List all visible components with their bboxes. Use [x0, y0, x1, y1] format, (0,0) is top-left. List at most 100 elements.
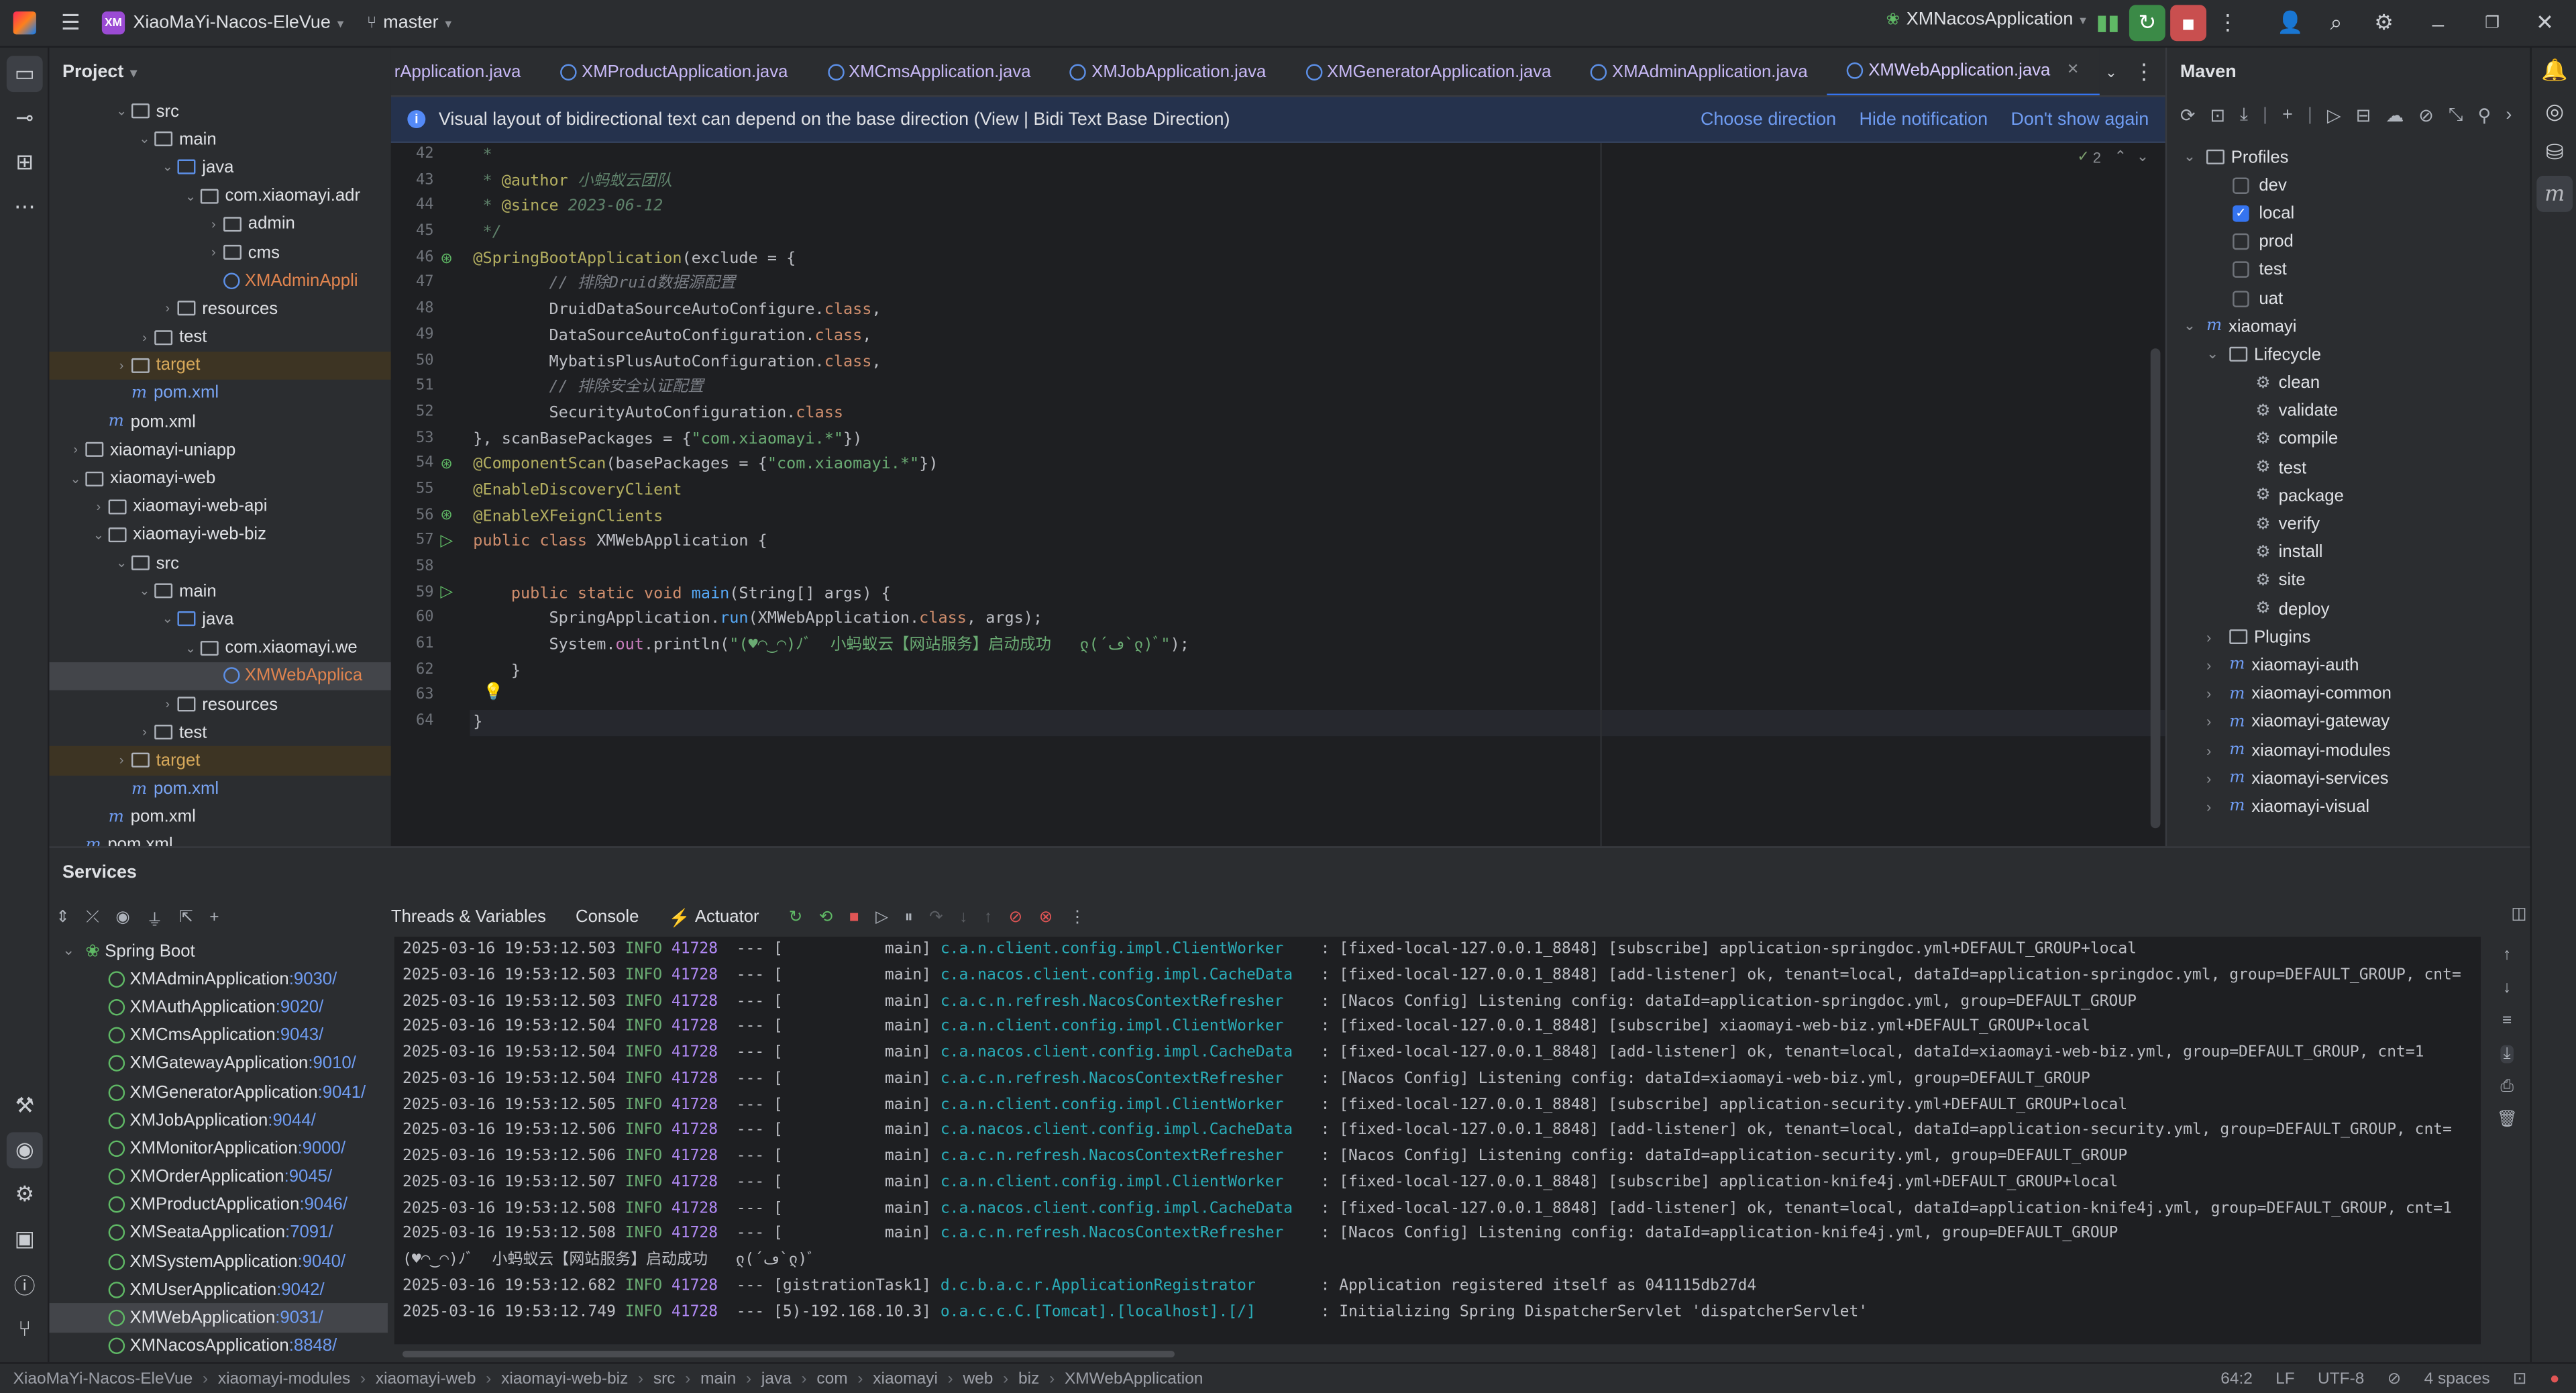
inspection-widget[interactable]: ✓ 2 ⌃ ⌄ — [2077, 148, 2149, 166]
service-item[interactable]: XMCmsApplication:9043/ — [49, 1021, 387, 1049]
checkbox[interactable]: ✓ — [2233, 205, 2249, 222]
file-encoding[interactable]: UTF-8 — [2318, 1370, 2364, 1388]
run-config-selector[interactable]: ❀ XMNacosApplication ▾ — [1886, 10, 2086, 30]
tree-item[interactable]: ⌄ java — [49, 154, 390, 182]
restart-icon[interactable]: ⟲ — [819, 908, 833, 926]
code-editor[interactable]: 42 43 44 45 46 47 48 49 50 51 52 53 54 55 56 57 58 59 60 61… — [390, 143, 2165, 847]
chevron-right-icon[interactable]: › — [2206, 658, 2229, 674]
breadcrumb-item[interactable]: biz — [1018, 1370, 1039, 1388]
tab-xmjobapplication-java[interactable]: XMJobApplication.java — [1051, 48, 1286, 95]
breadcrumb-item[interactable]: main — [700, 1370, 736, 1388]
tree-item[interactable]: › test — [49, 323, 390, 351]
run-gutter-icon[interactable]: ▷ — [440, 532, 453, 550]
readonly-icon[interactable]: ⊘ — [2387, 1370, 2402, 1388]
service-item[interactable]: XMProductApplication:9046/ — [49, 1191, 387, 1219]
tree-item[interactable]: ⌄ com.xiaomayi.adr — [49, 182, 390, 210]
spring-bean-icon[interactable]: ⊛ — [440, 455, 452, 473]
service-port[interactable]: :9030/ — [289, 969, 337, 988]
service-item[interactable]: XMSeataApplication:7091/ — [49, 1219, 387, 1247]
chevron-down-icon[interactable]: ⌄ — [112, 104, 131, 119]
service-port[interactable]: :9045/ — [284, 1167, 333, 1186]
tree-item[interactable]: ⌄ src — [49, 549, 390, 577]
maven-item-clean[interactable]: ⚙ clean — [2167, 369, 2530, 397]
chevron-down-icon[interactable]: ⌄ — [2137, 148, 2149, 166]
chevron-down-icon[interactable]: ⌄ — [2093, 54, 2129, 91]
chevron-right-icon[interactable]: › — [2206, 742, 2229, 758]
commit-icon[interactable]: ⊸ — [7, 100, 43, 136]
chevron-down-icon[interactable]: ⌄ — [2184, 148, 2206, 166]
rerun-icon[interactable]: ↻ — [789, 908, 803, 926]
tree-item[interactable]: ⌄ main — [49, 577, 390, 605]
gear-icon[interactable]: ⚙ — [2366, 5, 2402, 41]
soft-wrap-icon[interactable]: ≡ — [2502, 1013, 2512, 1031]
tree-item[interactable]: ⌄ xiaomayi-web — [49, 464, 390, 493]
maven-item-lifecycle[interactable]: ⌄ Lifecycle — [2167, 341, 2530, 369]
rerun-icon[interactable]: ↻ — [2129, 5, 2165, 42]
breakpoints-icon[interactable]: ⊘ — [1009, 908, 1023, 926]
indent-setting[interactable]: 4 spaces — [2424, 1370, 2490, 1388]
collapse-icon[interactable]: ⤡ — [2449, 105, 2463, 126]
service-port[interactable]: :7091/ — [285, 1223, 333, 1243]
chevron-up-icon[interactable]: ⌃ — [2114, 148, 2127, 166]
maven-item-profiles[interactable]: ⌄ Profiles — [2167, 143, 2530, 171]
chevron-right-icon[interactable]: › — [135, 329, 154, 344]
more-icon[interactable]: ⋮ — [2126, 54, 2162, 91]
maven-icon[interactable]: m — [2536, 176, 2573, 212]
tree-item[interactable]: › admin — [49, 210, 390, 238]
tree-item[interactable]: › test — [49, 719, 390, 747]
tree-item[interactable]: m pom.xml — [49, 803, 390, 831]
collapse-icon[interactable]: ⤫ — [86, 908, 99, 926]
chevron-right-icon[interactable]: › — [158, 696, 177, 711]
download-icon[interactable]: ⤓ — [2240, 105, 2248, 126]
tree-item[interactable]: XMWebApplica — [49, 662, 391, 690]
maven-item-xiaomayi-auth[interactable]: › m xiaomayi-auth — [2167, 652, 2530, 680]
maven-item-verify[interactable]: ⚙ verify — [2167, 510, 2530, 538]
tree-item[interactable]: ⌄ com.xiaomayi.we — [49, 633, 390, 662]
tree-item[interactable]: › xiaomayi-uniapp — [49, 436, 390, 464]
chevron-right-icon[interactable]: › — [66, 443, 85, 458]
chevron-down-icon[interactable]: ⌄ — [66, 471, 85, 486]
console-output[interactable]: 2025-03-16 19:53:12.503 INFO 41728 --- [… — [394, 936, 2481, 1345]
structure-icon[interactable]: ⊞ — [7, 145, 43, 181]
tree-item[interactable]: › cms — [49, 238, 390, 266]
stop-icon[interactable]: ■ — [2170, 5, 2207, 42]
ai-assistant-icon[interactable]: ◎ — [2536, 94, 2573, 130]
service-item[interactable]: XMUserApplication:9042/ — [49, 1276, 387, 1304]
service-port[interactable]: :9043/ — [276, 1026, 324, 1045]
tree-item[interactable]: › resources — [49, 295, 390, 323]
chevron-right-icon[interactable]: › — [2506, 105, 2512, 125]
chevron-right-icon[interactable]: › — [204, 217, 223, 231]
mute-breakpoints-icon[interactable]: ⊗ — [1039, 908, 1053, 926]
tab-xmgeneratorapplication-java[interactable]: XMGeneratorApplication.java — [1286, 48, 1571, 95]
service-item[interactable]: XMNacosApplication:8848/ — [49, 1332, 387, 1360]
service-port[interactable]: :9031/ — [275, 1308, 323, 1327]
maven-item-xiaomayi-modules[interactable]: › m xiaomayi-modules — [2167, 736, 2530, 764]
chevron-down-icon[interactable]: ⌄ — [180, 189, 200, 203]
resume-icon[interactable]: ▷ — [875, 908, 888, 926]
dont-show-again-link[interactable]: Don't show again — [2010, 109, 2149, 129]
tab-xmcmsapplication-java[interactable]: XMCmsApplication.java — [808, 48, 1051, 95]
tree-item[interactable]: XMAdminAppli — [49, 266, 390, 295]
arrow-down-icon[interactable]: ↓ — [2503, 980, 2511, 998]
breadcrumb-item[interactable]: com — [816, 1370, 847, 1388]
service-item[interactable]: XMMonitorApplication:9000/ — [49, 1135, 387, 1163]
tree-item[interactable]: › target — [49, 351, 391, 380]
maven-item-xiaomayi-visual[interactable]: › m xiaomayi-visual — [2167, 792, 2530, 821]
tree-item[interactable]: › target — [49, 746, 391, 775]
service-port[interactable]: :9010/ — [308, 1054, 356, 1074]
chevron-right-icon[interactable]: › — [2206, 629, 2229, 645]
chevron-right-icon[interactable]: › — [158, 301, 177, 316]
tree-item[interactable]: m pom.xml — [49, 408, 390, 436]
breadcrumb-item[interactable]: xiaomayi-web-biz — [501, 1370, 628, 1388]
chevron-down-icon[interactable]: ⌄ — [112, 556, 131, 570]
layout-icon[interactable]: ◫ — [2511, 905, 2526, 923]
checkbox[interactable] — [2233, 290, 2249, 307]
project-selector[interactable]: XM XiaoMaYi-Nacos-EleVue ▾ — [101, 11, 343, 35]
folder-icon[interactable]: ▭ — [6, 56, 43, 93]
ide-logo-icon[interactable] — [13, 11, 36, 35]
chevron-right-icon[interactable]: › — [89, 499, 108, 514]
service-port[interactable]: :9020/ — [276, 997, 324, 1017]
notifications-icon[interactable]: 🔔 — [2536, 52, 2573, 89]
chevron-right-icon[interactable]: › — [112, 754, 131, 768]
chevron-right-icon[interactable]: › — [204, 245, 223, 260]
